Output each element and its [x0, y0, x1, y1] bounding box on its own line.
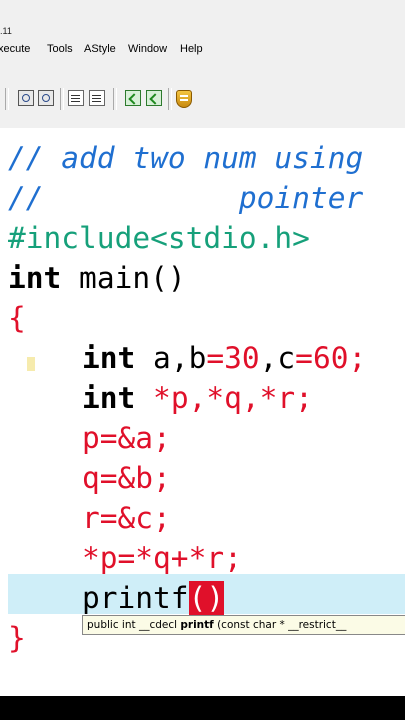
- toolbar-separator: [113, 88, 117, 110]
- menu-execute[interactable]: xecute: [0, 43, 30, 55]
- code-line: q=&b;: [82, 461, 171, 495]
- toolbar-separator: [168, 88, 172, 110]
- find-icon[interactable]: [18, 90, 34, 106]
- menu-astyle[interactable]: AStyle: [84, 43, 116, 55]
- operator: *p,*q,*r;: [135, 381, 313, 415]
- code-line: int *p,*q,*r;: [82, 378, 313, 418]
- toolbar: [0, 84, 405, 114]
- menu-help[interactable]: Help: [180, 43, 203, 55]
- code-line: p=&a;: [82, 421, 171, 455]
- mouse-cursor-icon: [27, 357, 35, 371]
- hint-function: printf: [180, 619, 214, 631]
- identifier: main(): [61, 261, 186, 295]
- hint-params: (const char * __restrict__: [213, 619, 347, 631]
- keyword: int: [8, 261, 62, 295]
- function-hint-tooltip: public int __cdecl printf (const char * …: [82, 615, 405, 635]
- back-icon[interactable]: [146, 90, 162, 106]
- code-line: r=&c;: [82, 501, 171, 535]
- operator: =: [206, 341, 225, 375]
- ide-window: .11 xecute Tools AStyle Window Help // a…: [0, 0, 405, 696]
- identifier: printf: [82, 581, 189, 615]
- identifier: ,c: [259, 341, 296, 375]
- code-line: int main(): [8, 258, 186, 298]
- close-brace: }: [8, 621, 26, 655]
- number: 60: [312, 341, 349, 375]
- indent-icon[interactable]: [68, 90, 84, 106]
- code-line: // add two num using: [8, 141, 364, 175]
- goto-icon[interactable]: [125, 90, 141, 106]
- code-editor[interactable]: // add two num using // pointer #include…: [0, 128, 405, 696]
- menu-tools[interactable]: Tools: [47, 43, 73, 55]
- operator: ;: [348, 341, 367, 375]
- ide-shield-icon[interactable]: [176, 90, 192, 108]
- code-line: printf(): [82, 578, 225, 618]
- code-line: *p=*q+*r;: [82, 541, 242, 575]
- window-title: .11: [0, 26, 12, 36]
- code-line: // pointer: [8, 181, 364, 215]
- code-line: int a,b=30,c=60;: [82, 338, 366, 378]
- find-next-icon[interactable]: [38, 90, 54, 106]
- operator: =: [295, 341, 313, 375]
- menu-window[interactable]: Window: [128, 43, 167, 55]
- keyword: int: [82, 341, 136, 375]
- code-line: #include<stdio.h>: [8, 221, 310, 255]
- toolbar-separator: [60, 88, 64, 110]
- number: 30: [224, 341, 260, 375]
- keyword: int: [82, 381, 136, 415]
- open-brace: {: [8, 301, 26, 335]
- identifier: a,b: [135, 341, 207, 375]
- hint-prefix: public int __cdecl: [87, 619, 181, 631]
- toolbar-separator: [5, 88, 9, 110]
- unindent-icon[interactable]: [89, 90, 105, 106]
- matched-parens: (): [188, 581, 225, 615]
